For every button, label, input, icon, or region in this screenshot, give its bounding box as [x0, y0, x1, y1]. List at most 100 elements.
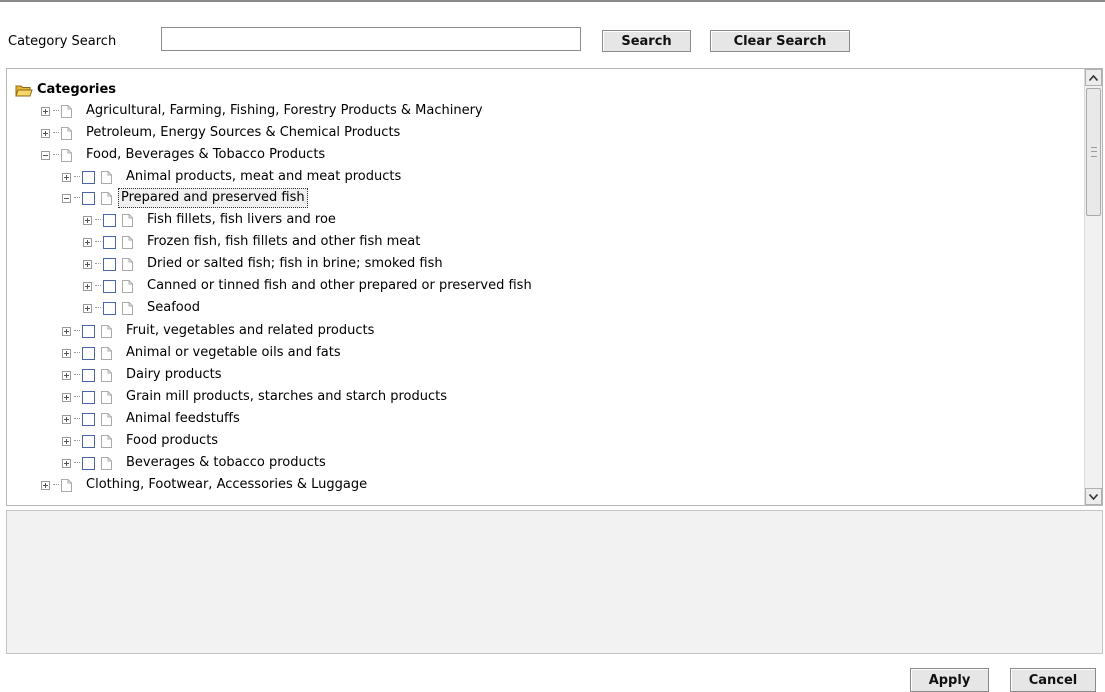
document-icon [122, 213, 133, 227]
tree-item-fruit-vegetables[interactable]: Fruit, vegetables and related products [62, 321, 376, 341]
tree-item-petroleum[interactable]: Petroleum, Energy Sources & Chemical Pro… [41, 123, 402, 143]
tree-item-food-products[interactable]: Food products [62, 431, 220, 451]
tree-connector [53, 484, 59, 486]
search-button[interactable]: Search [602, 30, 691, 52]
expand-icon[interactable] [62, 458, 71, 468]
tree-item-label: Beverages & tobacco products [126, 455, 326, 470]
tree-connector [95, 241, 101, 243]
expand-icon[interactable] [62, 326, 71, 336]
checkbox[interactable] [103, 213, 116, 227]
tree-item-clothing[interactable]: Clothing, Footwear, Accessories & Luggag… [41, 475, 369, 495]
tree-item-beverages-tobacco[interactable]: Beverages & tobacco products [62, 453, 328, 473]
expand-icon[interactable] [83, 237, 92, 247]
collapse-icon[interactable] [41, 150, 50, 160]
expand-icon[interactable] [62, 370, 71, 380]
checkbox[interactable] [82, 434, 95, 448]
tree-item-frozen-fish[interactable]: Frozen fish, fish fillets and other fish… [83, 232, 422, 252]
document-icon [101, 368, 112, 382]
tree-item-animal-products[interactable]: Animal products, meat and meat products [62, 167, 403, 187]
scrollbar-thumb[interactable] [1086, 88, 1101, 216]
expand-icon[interactable] [41, 480, 50, 490]
tree-item-label: Frozen fish, fish fillets and other fish… [147, 234, 421, 249]
checkbox[interactable] [103, 235, 116, 249]
tree-connector [95, 285, 101, 287]
expand-icon[interactable] [83, 215, 92, 225]
tree-item-seafood[interactable]: Seafood [83, 298, 202, 318]
document-icon [61, 478, 72, 492]
tree-item-agricultural[interactable]: Agricultural, Farming, Fishing, Forestry… [41, 101, 485, 121]
tree-item-canned-fish[interactable]: Canned or tinned fish and other prepared… [83, 276, 534, 296]
tree-item-label: Grain mill products, starches and starch… [126, 389, 448, 404]
tree-item-food-beverages[interactable]: Food, Beverages & Tobacco Products [41, 145, 327, 165]
collapse-icon[interactable] [62, 193, 71, 203]
apply-button[interactable]: Apply [910, 668, 989, 692]
tree-item-label: Fish fillets, fish livers and roe [147, 212, 336, 227]
expand-icon[interactable] [83, 303, 92, 313]
checkbox[interactable] [103, 301, 116, 315]
checkbox[interactable] [103, 257, 116, 271]
checkbox[interactable] [103, 279, 116, 293]
tree-item-label: Animal feedstuffs [126, 411, 240, 426]
expand-icon[interactable] [62, 436, 71, 446]
tree-connector [74, 176, 80, 178]
chevron-down-icon [1089, 493, 1098, 500]
document-icon [122, 301, 133, 315]
scroll-down-button[interactable] [1085, 488, 1102, 505]
tree-connector [53, 132, 59, 134]
checkbox[interactable] [82, 191, 95, 205]
grip-icon [1091, 147, 1097, 157]
checkbox[interactable] [82, 324, 95, 338]
checkbox[interactable] [82, 456, 95, 470]
tree-item-label: Dairy products [126, 367, 222, 382]
expand-icon[interactable] [41, 106, 50, 116]
document-icon [101, 434, 112, 448]
document-icon [101, 170, 112, 184]
checkbox[interactable] [82, 170, 95, 184]
expand-icon[interactable] [83, 259, 92, 269]
tree-scrollbar[interactable] [1084, 69, 1102, 505]
tree-root-label: Categories [37, 82, 117, 97]
document-icon [122, 279, 133, 293]
document-icon [122, 235, 133, 249]
cancel-button[interactable]: Cancel [1010, 668, 1096, 692]
tree-connector [74, 197, 80, 199]
expand-icon[interactable] [83, 281, 92, 291]
checkbox[interactable] [82, 346, 95, 360]
top-divider [0, 0, 1105, 2]
tree-item-oils-fats[interactable]: Animal or vegetable oils and fats [62, 343, 343, 363]
tree-item-label: Food, Beverages & Tobacco Products [86, 147, 326, 162]
expand-icon[interactable] [41, 128, 50, 138]
checkbox[interactable] [82, 390, 95, 404]
tree-item-dairy[interactable]: Dairy products [62, 365, 224, 385]
tree-item-label: Canned or tinned fish and other prepared… [147, 278, 532, 293]
expand-icon[interactable] [62, 172, 71, 182]
tree-connector [95, 307, 101, 309]
tree-item-label: Dried or salted fish; fish in brine; smo… [147, 256, 443, 271]
expand-icon[interactable] [62, 414, 71, 424]
tree-item-fish-fillets-roe[interactable]: Fish fillets, fish livers and roe [83, 210, 338, 230]
tree-item-prepared-fish[interactable]: Prepared and preserved fish [62, 188, 308, 208]
document-icon [101, 412, 112, 426]
tree-item-label: Animal or vegetable oils and fats [126, 345, 341, 360]
tree-item-dried-salted-fish[interactable]: Dried or salted fish; fish in brine; smo… [83, 254, 445, 274]
tree-root[interactable]: Categories [15, 80, 118, 100]
expand-icon[interactable] [62, 348, 71, 358]
tree-connector [74, 440, 80, 442]
expand-icon[interactable] [62, 392, 71, 402]
tree-item-animal-feedstuffs[interactable]: Animal feedstuffs [62, 409, 242, 429]
document-icon [101, 191, 112, 205]
document-icon [101, 456, 112, 470]
document-icon [101, 346, 112, 360]
tree-connector [95, 263, 101, 265]
selection-detail-panel [6, 510, 1103, 654]
category-tree-panel: Categories Agricultural, Farming, Fishin… [6, 68, 1103, 506]
tree-connector [95, 219, 101, 221]
category-search-input[interactable] [161, 27, 581, 51]
checkbox[interactable] [82, 368, 95, 382]
clear-search-button[interactable]: Clear Search [710, 30, 850, 52]
tree-item-label-selected: Prepared and preserved fish [118, 188, 308, 208]
tree-item-grain-mill[interactable]: Grain mill products, starches and starch… [62, 387, 449, 407]
checkbox[interactable] [82, 412, 95, 426]
tree-connector [74, 374, 80, 376]
scroll-up-button[interactable] [1085, 69, 1102, 86]
